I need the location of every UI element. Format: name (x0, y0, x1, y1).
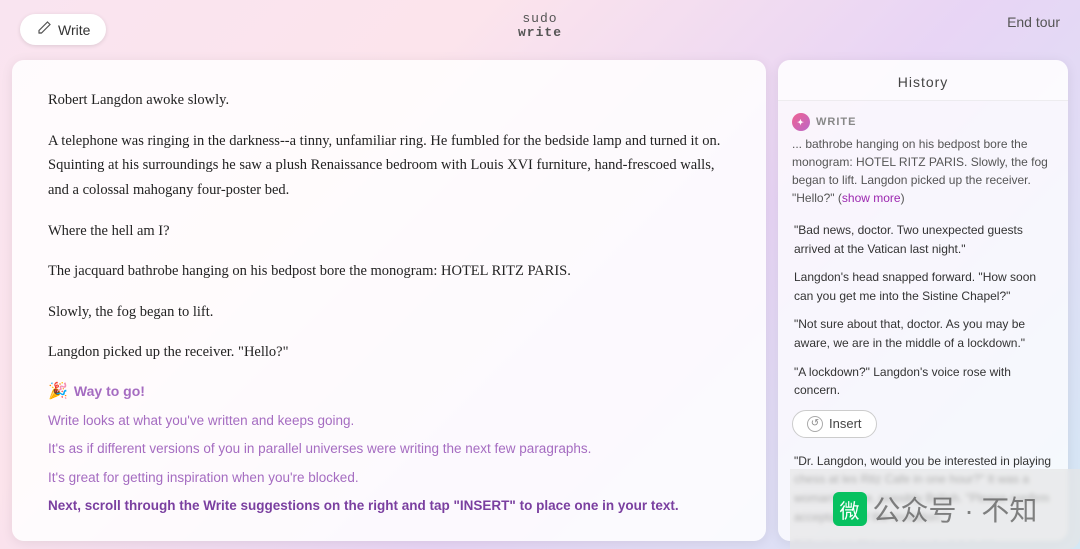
app-logo: sudo write (518, 12, 562, 41)
insert-icon-1: ↺ (807, 416, 823, 432)
history-write-block: WRITE ... bathrobe hanging on his bedpos… (792, 113, 1054, 207)
write-dot-icon (792, 113, 810, 131)
pen-icon (36, 20, 52, 39)
way-to-go-label: Way to go! (74, 383, 145, 399)
editor-content: Robert Langdon awoke slowly. A telephone… (48, 88, 730, 365)
tip-line-2: It's as if different versions of you in … (48, 439, 730, 459)
paragraph-2: A telephone was ringing in the darkness-… (48, 129, 730, 203)
paragraph-5: Slowly, the fog began to lift. (48, 300, 730, 325)
history-header: History (778, 60, 1068, 101)
history-write-preview: ... bathrobe hanging on his bedpost bore… (792, 135, 1054, 207)
tip-section: 🎉 Way to go! Write looks at what you've … (48, 381, 730, 516)
logo-line1: sudo (522, 12, 557, 26)
history-para-1: "Bad news, doctor. Two unexpected guests… (792, 221, 1054, 258)
paragraph-4: The jacquard bathrobe hanging on his bed… (48, 259, 730, 284)
write-button[interactable]: Write (20, 14, 106, 45)
main-container: Robert Langdon awoke slowly. A telephone… (0, 52, 1080, 549)
history-para-3: "Not sure about that, doctor. As you may… (792, 315, 1054, 352)
wechat-icon: 微 (833, 492, 867, 526)
tip-line-3: It's great for getting inspiration when … (48, 468, 730, 488)
write-button-label: Write (58, 22, 90, 38)
history-para-2: Langdon's head snapped forward. "How soo… (792, 268, 1054, 305)
paragraph-1: Robert Langdon awoke slowly. (48, 88, 730, 113)
paragraph-3: Where the hell am I? (48, 219, 730, 244)
logo-line2: write (518, 26, 562, 40)
tip-header: 🎉 Way to go! (48, 381, 730, 401)
watermark-text: 微 公众号 · 不知 (833, 489, 1038, 529)
paragraph-6: Langdon picked up the receiver. "Hello?" (48, 340, 730, 365)
history-para-4: "A lockdown?" Langdon's voice rose with … (792, 363, 1054, 400)
history-write-label: WRITE (792, 113, 1054, 131)
tip-line-4: Next, scroll through the Write suggestio… (48, 496, 730, 516)
show-more-link[interactable]: show more (842, 191, 901, 205)
end-tour-button[interactable]: End tour (1007, 14, 1060, 30)
history-panel: History WRITE ... bathrobe hanging on hi… (778, 60, 1068, 541)
top-bar: Write sudo write End tour (0, 0, 1080, 52)
editor-panel: Robert Langdon awoke slowly. A telephone… (12, 60, 766, 541)
tip-line-1: Write looks at what you've written and k… (48, 411, 730, 431)
watermark-overlay: 微 公众号 · 不知 (790, 469, 1068, 541)
insert-button-1[interactable]: ↺ Insert (792, 410, 877, 438)
party-popper-icon: 🎉 (48, 381, 68, 401)
